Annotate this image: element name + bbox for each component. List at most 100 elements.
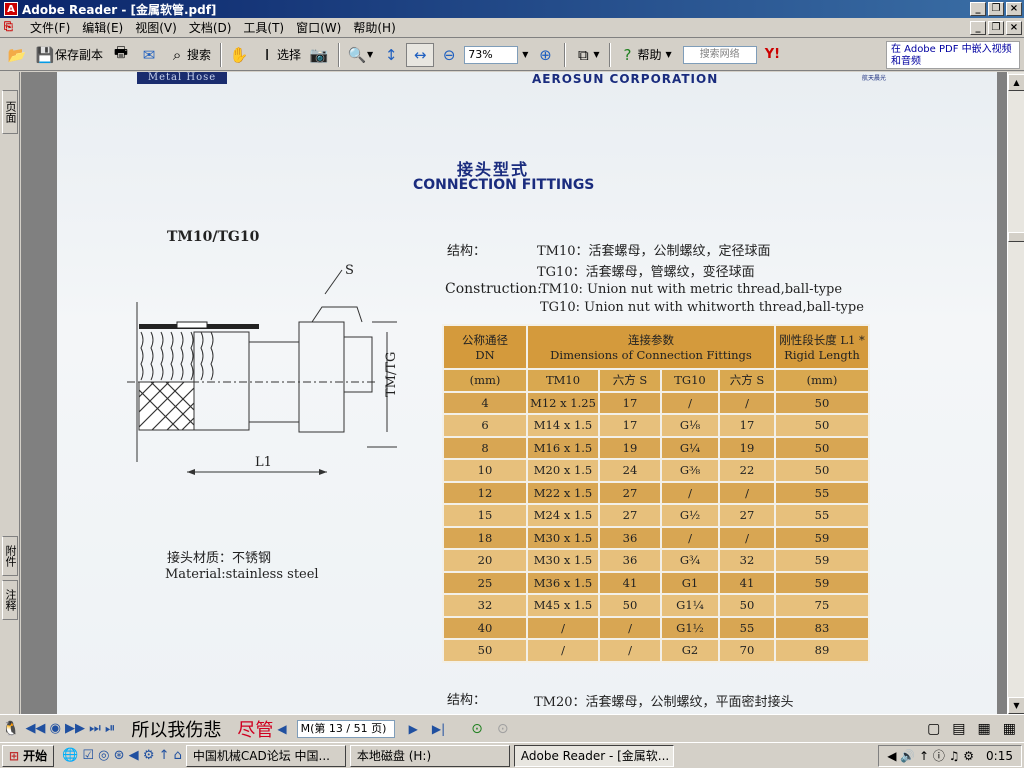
adobe-promo-banner[interactable]: 在 Adobe PDF 中嵌入视频和音频 — [886, 41, 1020, 69]
snapshot-button[interactable]: 📷 — [306, 43, 332, 67]
continuous-facing-icon[interactable]: ▦ — [1003, 721, 1016, 737]
tab-pages[interactable]: 页面 — [2, 90, 18, 134]
adobe-reader-icon: A — [4, 2, 18, 16]
plus-circle-icon: ⊕ — [539, 45, 552, 64]
window-controls: _ ❐ × — [970, 2, 1022, 16]
email-button[interactable]: ✉ — [136, 43, 162, 67]
menu-file[interactable]: 文件(F) — [24, 19, 76, 36]
go-back-icon[interactable]: ⊙ — [471, 721, 483, 737]
menu-window[interactable]: 窗口(W) — [290, 19, 347, 36]
table-cell: 59 — [774, 548, 870, 573]
header-dn-cn: 公称通径 — [462, 333, 508, 347]
clock: 0:15 — [986, 748, 1013, 763]
table-row: 10 M20 x 1.5 24 G⅜ 22 50 — [442, 458, 870, 483]
next-page-icon[interactable]: ▶ — [409, 722, 418, 736]
menu-bar: ⎘ 文件(F) 编辑(E) 视图(V) 文档(D) 工具(T) 窗口(W) 帮助… — [0, 18, 1024, 38]
menu-help[interactable]: 帮助(H) — [347, 19, 401, 36]
hand-tool-button[interactable]: ✋ — [226, 43, 252, 67]
minimize-button[interactable]: _ — [970, 2, 986, 16]
menu-tools[interactable]: 工具(T) — [237, 19, 290, 36]
text-cursor-icon: I — [264, 45, 270, 64]
tab-comments[interactable]: 注释 — [2, 580, 18, 620]
save-copy-button[interactable]: 💾 保存副本 — [32, 43, 106, 67]
menu-edit[interactable]: 编辑(E) — [76, 19, 129, 36]
facing-pages-icon[interactable]: ▦ — [978, 721, 991, 737]
scroll-up-arrow-icon[interactable]: ▲ — [1008, 74, 1024, 91]
table-cell: G¼ — [660, 435, 720, 460]
select-tool-button[interactable]: I 选择 — [254, 43, 304, 67]
fit-width-button[interactable]: ↔ — [406, 42, 435, 67]
table-cell: M30 x 1.5 — [526, 548, 600, 573]
doc-restore-button[interactable]: ❐ — [988, 21, 1004, 35]
previous-page-arrow-icon[interactable]: ◀ — [277, 722, 286, 736]
last-page-icon[interactable]: ▶| — [432, 722, 445, 736]
single-page-icon[interactable]: ▢ — [927, 721, 940, 737]
fit-height-icon: ↕ — [384, 45, 398, 64]
table-cell: 4 — [442, 390, 528, 415]
doc-close-button[interactable]: × — [1006, 21, 1022, 35]
table-cell: 55 — [774, 503, 870, 528]
header-left-logo: Metal Hose — [137, 72, 227, 84]
task-adobe-reader[interactable]: Adobe Reader - [金属软... — [513, 744, 674, 767]
zoom-tool-button[interactable]: 🔍 ▼ — [344, 43, 376, 67]
printer-icon: 🖶 — [113, 43, 129, 61]
table-cell: G1½ — [660, 615, 720, 640]
quick-launch-icons[interactable]: 🌐 ☑ ◎ ⊛ ◀ ⚙ ↑ ⌂ — [62, 748, 182, 763]
open-button[interactable]: 📂 — [4, 43, 30, 67]
continuous-page-icon[interactable]: ▤ — [952, 721, 965, 737]
header-len-cn: 刚性段长度 L1 * — [779, 333, 865, 347]
table-row: 4 M12 x 1.25 17//50 — [442, 390, 870, 415]
help-button[interactable]: ? 帮助 ▼ — [615, 43, 675, 67]
go-forward-icon[interactable]: ⊙ — [497, 721, 509, 737]
table-cell: 17 — [598, 390, 662, 415]
doc-minimize-button[interactable]: _ — [970, 21, 986, 35]
zoom-out-button[interactable]: ⊖ — [436, 43, 462, 67]
menu-document[interactable]: 文档(D) — [183, 19, 238, 36]
fit-height-button[interactable]: ↕ — [378, 43, 404, 67]
zoom-level-input[interactable]: 73% — [464, 45, 519, 64]
yahoo-icon[interactable]: Y! — [765, 47, 780, 62]
table-row: 6 M14 x 1.5 17 G⅛ 17 50 — [442, 413, 870, 438]
start-button[interactable]: ⊞ 开始 — [2, 744, 55, 767]
table-cell: 55 — [774, 480, 870, 505]
table-cell: 83 — [774, 615, 870, 640]
scroll-down-arrow-icon[interactable]: ▼ — [1008, 697, 1024, 714]
task-explorer[interactable]: 本地磁盘 (H:) — [349, 744, 510, 767]
toolbar-separator — [564, 42, 567, 67]
table-cell: 50 — [774, 390, 870, 415]
page-number-input[interactable]: M(第 13 / 51 页) — [296, 719, 395, 738]
print-button[interactable]: 🖶 — [108, 43, 134, 67]
close-button[interactable]: × — [1006, 2, 1022, 16]
pages-view-button[interactable]: ⧉ ▼ — [570, 43, 602, 67]
search-button[interactable]: ⌕ 搜索 — [164, 43, 214, 67]
qq-penguin-icon[interactable]: 🐧 — [2, 721, 19, 737]
table-cell: 10 — [442, 458, 528, 483]
task-browser[interactable]: 中国机械CAD论坛 中国... — [185, 744, 346, 767]
table-subheader-row: (mm) TM10 六方 S TG10 六方 S (mm) — [442, 368, 870, 393]
table-cell: 41 — [598, 570, 662, 595]
restore-button[interactable]: ❐ — [988, 2, 1004, 16]
header-dimensions: 连接参数 Dimensions of Connection Fittings — [526, 324, 776, 370]
vertical-scrollbar[interactable]: ▲ ▼ — [1007, 72, 1024, 714]
table-cell: G¾ — [660, 548, 720, 573]
table-cell: 40 — [442, 615, 528, 640]
table-cell: / — [718, 525, 776, 550]
pdf-document-icon[interactable]: ⎘ — [4, 20, 20, 36]
scroll-thumb[interactable] — [1008, 232, 1024, 242]
tab-attachments[interactable]: 附件 — [2, 536, 18, 576]
web-search-input[interactable]: 搜索网络 — [682, 45, 757, 64]
next-structure-tm20: TM20：活套螺母，公制螺纹，平面密封接头 — [534, 695, 794, 710]
floppy-disk-icon: 💾 — [35, 45, 55, 64]
tray-icons[interactable]: ◀ 🔊 ↑ ⓘ ♫ ⚙ — [887, 747, 974, 764]
zoom-dropdown-icon[interactable]: ▼ — [522, 50, 528, 59]
table-cell: 17 — [718, 413, 776, 438]
header-company: AEROSUN CORPORATION — [532, 72, 719, 86]
zoom-in-button[interactable]: ⊕ — [532, 43, 558, 67]
table-cell: M20 x 1.5 — [526, 458, 600, 483]
table-cell: 36 — [598, 548, 662, 573]
table-cell: M45 x 1.5 — [526, 593, 600, 618]
document-viewport[interactable]: Metal Hose AEROSUN CORPORATION 航天晨光 接头型式… — [21, 72, 1007, 714]
menu-view[interactable]: 视图(V) — [129, 19, 183, 36]
subheader-cell: TG10 — [660, 368, 720, 393]
media-controls[interactable]: ◀◀ ◉ ▶▶ ⏭ ⏯ — [25, 721, 115, 736]
